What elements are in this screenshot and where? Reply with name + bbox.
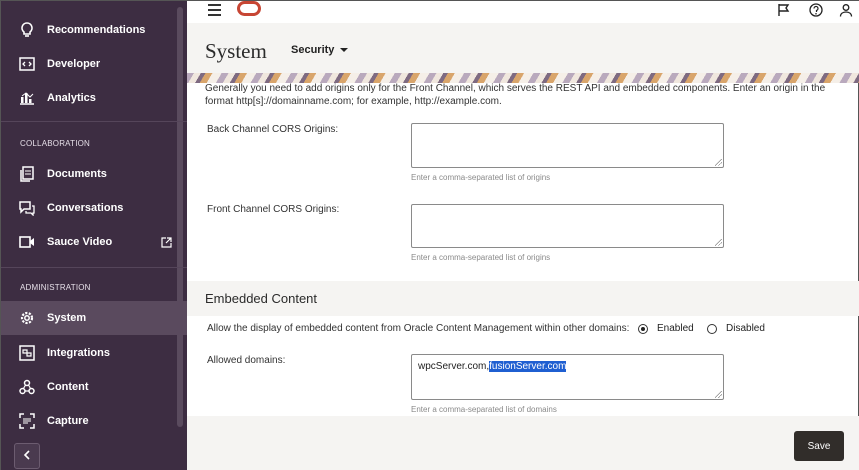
hamburger-menu-icon[interactable]	[208, 4, 221, 16]
code-icon	[19, 56, 35, 72]
save-button[interactable]: Save	[794, 431, 844, 461]
sidebar-item-recommendations[interactable]: Recommendations	[1, 13, 187, 47]
lightbulb-icon	[19, 22, 35, 38]
section-label-collaboration: COLLABORATION	[20, 139, 91, 148]
sidebar-item-label: Sauce Video	[47, 236, 113, 248]
allowed-domains-input[interactable]: wpcServer.com,fusionServer.com	[411, 354, 724, 400]
sidebar-divider	[1, 121, 187, 122]
front-channel-help: Enter a comma-separated list of origins	[411, 253, 551, 262]
capture-icon	[19, 413, 35, 429]
sidebar-item-system[interactable]: System	[1, 301, 187, 335]
sidebar-item-label: Capture	[47, 415, 89, 427]
disabled-radio-label[interactable]: Disabled	[726, 323, 765, 334]
sidebar-item-label: Documents	[47, 168, 107, 180]
help-icon[interactable]	[809, 3, 823, 17]
sidebar: Recommendations Developer Analytics COLL…	[1, 1, 187, 470]
oracle-logo[interactable]	[237, 1, 261, 16]
back-channel-label: Back Channel CORS Origins:	[207, 124, 339, 135]
documents-icon	[19, 166, 35, 182]
integrations-icon	[19, 345, 35, 361]
flag-icon[interactable]	[777, 3, 791, 17]
sidebar-divider	[1, 267, 187, 268]
embedded-allow-label: Allow the display of embedded content fr…	[207, 323, 630, 334]
allowed-domains-help: Enter a comma-separated list of domains	[411, 405, 557, 414]
front-channel-label: Front Channel CORS Origins:	[207, 204, 340, 215]
back-channel-help: Enter a comma-separated list of origins	[411, 173, 551, 182]
sidebar-item-conversations[interactable]: Conversations	[1, 191, 187, 225]
collapse-sidebar-button[interactable]	[14, 443, 40, 469]
footer-band	[187, 416, 859, 470]
disabled-radio[interactable]	[707, 324, 717, 334]
top-bar	[187, 1, 859, 23]
enabled-radio-label[interactable]: Enabled	[657, 323, 694, 334]
sidebar-item-analytics[interactable]: Analytics	[1, 81, 187, 115]
title-band	[187, 23, 859, 73]
sidebar-item-documents[interactable]: Documents	[1, 157, 187, 191]
allowed-domains-label: Allowed domains:	[207, 355, 286, 366]
resize-grip-icon[interactable]	[715, 159, 722, 166]
domains-text: wpcServer.com,	[418, 361, 490, 372]
sidebar-item-label: Integrations	[47, 347, 110, 359]
resize-grip-icon[interactable]	[715, 391, 722, 398]
sidebar-item-label: System	[47, 312, 87, 324]
content-icon	[19, 379, 35, 395]
bar-chart-icon	[19, 90, 35, 106]
chevron-left-icon	[23, 447, 31, 465]
domains-selected-text: fusionServer.com	[489, 361, 567, 372]
intro-text: Generally you need to add origins only f…	[205, 83, 826, 107]
sidebar-item-label: Analytics	[47, 92, 96, 104]
caret-down-icon	[340, 48, 349, 53]
sidebar-item-capture[interactable]: Capture	[1, 404, 187, 438]
section-dropdown-label: Security	[291, 44, 335, 56]
front-channel-origins-input[interactable]	[411, 204, 724, 248]
page-title: System	[205, 39, 267, 63]
resize-grip-icon[interactable]	[715, 239, 722, 246]
back-channel-origins-input[interactable]	[411, 123, 724, 168]
enabled-radio[interactable]	[638, 324, 648, 334]
sidebar-item-label: Content	[47, 381, 89, 393]
sidebar-item-label: Recommendations	[47, 24, 146, 36]
sidebar-item-label: Conversations	[47, 202, 124, 214]
embedded-content-title: Embedded Content	[205, 291, 318, 306]
sidebar-item-integrations[interactable]: Integrations	[1, 336, 187, 370]
conversations-icon	[19, 200, 35, 216]
sidebar-item-content[interactable]: Content	[1, 370, 187, 404]
sidebar-item-developer[interactable]: Developer	[1, 47, 187, 81]
section-label-administration: ADMINISTRATION	[20, 283, 91, 292]
sidebar-item-label: Developer	[47, 58, 101, 70]
section-dropdown[interactable]: Security	[291, 44, 349, 56]
gear-icon	[19, 310, 35, 326]
video-icon	[19, 234, 35, 250]
external-link-icon[interactable]	[161, 236, 172, 248]
user-icon[interactable]	[839, 3, 853, 17]
sidebar-item-sauce-video[interactable]: Sauce Video	[1, 225, 187, 259]
